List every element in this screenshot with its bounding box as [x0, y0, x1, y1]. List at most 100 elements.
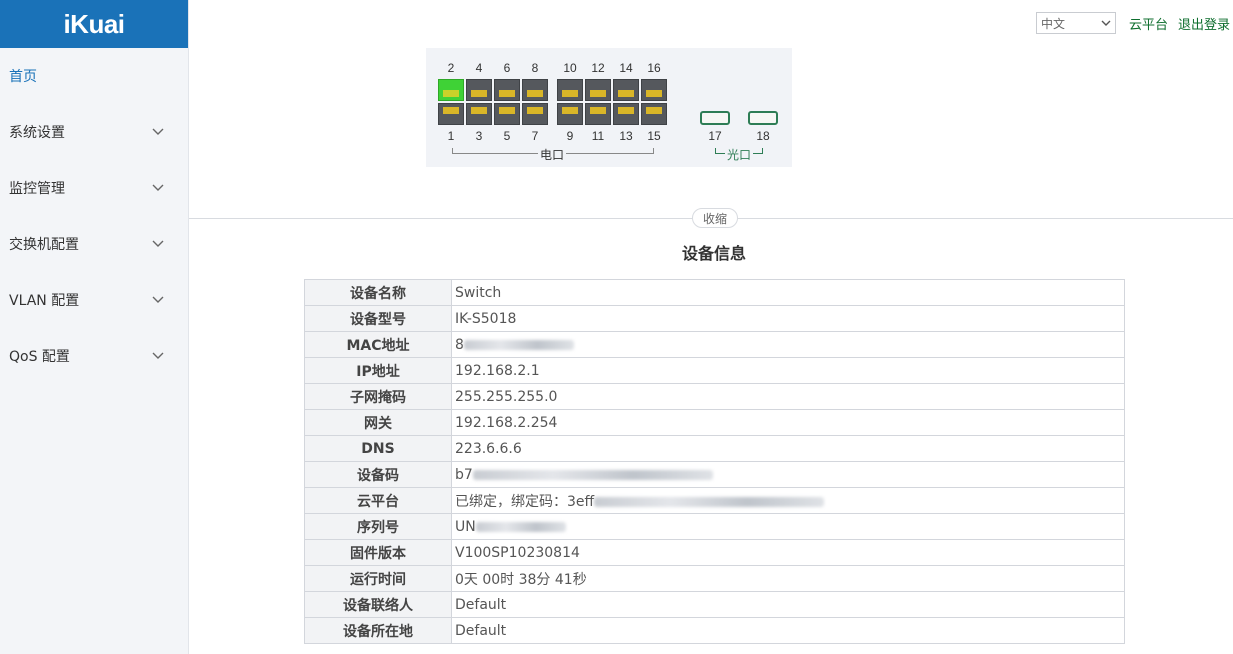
ethernet-port-3[interactable]	[466, 103, 492, 125]
ethernet-port-15[interactable]	[641, 103, 667, 125]
info-key: 设备名称	[304, 279, 452, 306]
info-key: DNS	[304, 435, 452, 462]
table-row: 网关 192.168.2.254	[304, 409, 1125, 436]
info-value: 223.6.6.6	[451, 435, 1125, 462]
info-value: Default	[451, 617, 1125, 644]
port-pins	[562, 107, 578, 114]
info-value: 8	[451, 331, 1125, 358]
port-pins	[618, 107, 634, 114]
table-row: 云平台 已绑定，绑定码：3eff	[304, 487, 1125, 514]
sidebar-item-qos-config[interactable]: QoS 配置	[0, 328, 188, 384]
ethernet-port-14[interactable]	[613, 79, 639, 101]
port-number-label: 16	[647, 61, 661, 75]
info-value: 192.168.2.254	[451, 409, 1125, 436]
logout-link[interactable]: 退出登录	[1178, 14, 1230, 33]
info-key: IP地址	[304, 357, 452, 384]
table-row: 设备码 b7	[304, 461, 1125, 488]
info-key: 网关	[304, 409, 452, 436]
table-row: 固件版本 V100SP10230814	[304, 539, 1125, 566]
ethernet-port-2[interactable]	[438, 79, 464, 101]
port-pins	[471, 107, 487, 114]
table-row: 设备联络人 Default	[304, 591, 1125, 618]
info-value-text: 255.255.255.0	[455, 388, 558, 405]
redacted-value	[594, 496, 825, 507]
port-number-label: 3	[475, 129, 483, 143]
language-select[interactable]: 中文	[1035, 12, 1116, 34]
table-row: 设备型号 IK-S5018	[304, 305, 1125, 332]
sidebar-item-label: 系统设置	[9, 125, 65, 141]
collapse-button[interactable]: 收缩	[692, 208, 738, 228]
info-key: 设备型号	[304, 305, 452, 332]
port-number-label: 17	[708, 129, 722, 143]
sidebar-item-switch-config[interactable]: 交换机配置	[0, 216, 188, 272]
info-value: b7	[451, 461, 1125, 488]
ethernet-port-11[interactable]	[585, 103, 611, 125]
port-number-label: 9	[566, 129, 574, 143]
ethernet-port-7[interactable]	[522, 103, 548, 125]
port-number-label: 12	[591, 61, 605, 75]
table-row: 设备所在地 Default	[304, 617, 1125, 644]
table-row: 运行时间 0天 00时 38分 41秒	[304, 565, 1125, 592]
sidebar-item-system-settings[interactable]: 系统设置	[0, 104, 188, 160]
info-value: Default	[451, 591, 1125, 618]
sfp-port-18[interactable]	[748, 111, 778, 125]
ethernet-port-10[interactable]	[557, 79, 583, 101]
port-pins	[527, 107, 543, 114]
port-number-label: 18	[756, 129, 770, 143]
info-value: Switch	[451, 279, 1125, 306]
info-value: V100SP10230814	[451, 539, 1125, 566]
section-title: 设备信息	[682, 244, 747, 263]
info-key: 序列号	[304, 513, 452, 540]
port-pins	[499, 90, 515, 97]
info-key: MAC地址	[304, 331, 452, 358]
table-row: 子网掩码 255.255.255.0	[304, 383, 1125, 410]
table-row: DNS 223.6.6.6	[304, 435, 1125, 462]
table-row: IP地址 192.168.2.1	[304, 357, 1125, 384]
info-value-text: Switch	[455, 284, 502, 301]
ethernet-port-5[interactable]	[494, 103, 520, 125]
info-value: UN	[451, 513, 1125, 540]
sidebar-item-label: QoS 配置	[9, 349, 70, 365]
ethernet-port-16[interactable]	[641, 79, 667, 101]
sidebar-item-label: 首页	[9, 69, 37, 85]
ethernet-port-8[interactable]	[522, 79, 548, 101]
sidebar-item-label: VLAN 配置	[9, 293, 80, 309]
ethernet-port-4[interactable]	[466, 79, 492, 101]
device-info-table: 设备名称 Switch 设备型号 IK-S5018 MAC地址 8 IP地址 192.168.…	[304, 279, 1125, 644]
port-number-label: 15	[647, 129, 661, 143]
chevron-down-icon	[152, 182, 164, 194]
ethernet-port-6[interactable]	[494, 79, 520, 101]
info-key: 设备联络人	[304, 591, 452, 618]
switch-port-panel: 2 4 6 8 10 12 14 16 1 3 5 7 9 11 13 15 17 18 电口 光口	[426, 48, 792, 167]
port-number-label: 5	[503, 129, 511, 143]
port-pins	[443, 90, 459, 97]
redacted-value	[472, 469, 713, 480]
ethernet-port-12[interactable]	[585, 79, 611, 101]
ikuai-logo[interactable]: iKuai	[0, 0, 188, 48]
sidebar-item-home[interactable]: 首页	[0, 48, 188, 104]
sidebar-item-label: 交换机配置	[9, 237, 79, 253]
table-row: 设备名称 Switch	[304, 279, 1125, 306]
info-value-text: 0天 00时 38分 41秒	[455, 571, 587, 588]
port-number-label: 1	[447, 129, 455, 143]
cloud-platform-link[interactable]: 云平台	[1129, 14, 1168, 33]
port-number-label: 8	[531, 61, 539, 75]
port-pins	[471, 90, 487, 97]
language-select-value: 中文	[1040, 16, 1065, 31]
ethernet-port-13[interactable]	[613, 103, 639, 125]
sidebar-item-vlan-config[interactable]: VLAN 配置	[0, 272, 188, 328]
info-value-text: UN	[455, 518, 476, 535]
sfp-port-17[interactable]	[700, 111, 730, 125]
port-pins	[562, 90, 578, 97]
ethernet-port-1[interactable]	[438, 103, 464, 125]
sidebar-item-monitoring[interactable]: 监控管理	[0, 160, 188, 216]
port-pins	[618, 90, 634, 97]
ethernet-port-9[interactable]	[557, 103, 583, 125]
info-value-text: b7	[455, 466, 473, 483]
info-key: 运行时间	[304, 565, 452, 592]
info-value-text: Default	[455, 622, 507, 639]
sidebar-item-label: 监控管理	[9, 181, 65, 197]
table-row: 序列号 UN	[304, 513, 1125, 540]
info-key: 固件版本	[304, 539, 452, 566]
info-key: 设备码	[304, 461, 452, 488]
